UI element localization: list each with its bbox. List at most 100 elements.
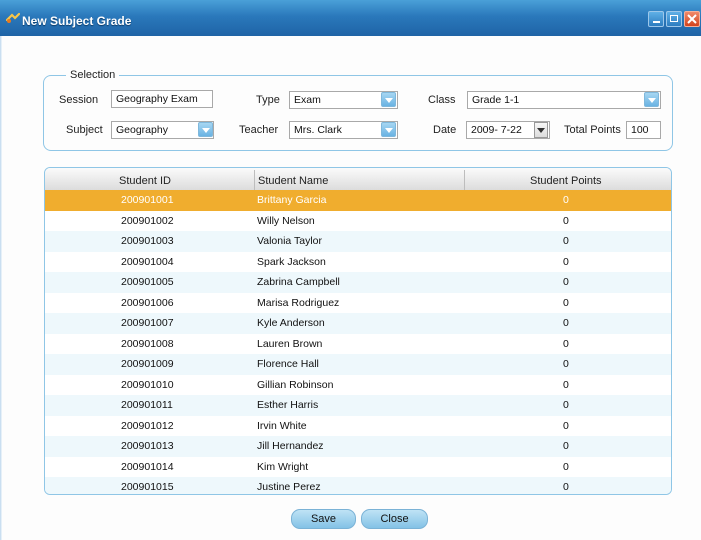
student-id-cell: 200901013 [121, 440, 174, 452]
column-header-student-id[interactable]: Student ID [119, 168, 171, 190]
type-value: Exam [294, 94, 321, 106]
student-id-cell: 200901014 [121, 460, 174, 473]
student-id-cell: 200901004 [121, 255, 174, 268]
table-row[interactable]: 200901008 Lauren Brown 0 [45, 334, 671, 355]
class-label: Class [428, 94, 456, 106]
session-label: Session [59, 94, 99, 106]
student-points-cell[interactable]: 0 [563, 375, 569, 396]
dropdown-arrow-icon[interactable] [381, 92, 396, 107]
student-name-cell: Kyle Anderson [257, 317, 325, 329]
teacher-label: Teacher [239, 124, 279, 136]
subject-value: Geography [116, 124, 168, 136]
selection-legend: Selection [66, 69, 120, 81]
student-points-cell[interactable]: 0 [563, 395, 569, 416]
subject-label: Subject [66, 124, 103, 136]
student-name-cell: Esther Harris [257, 399, 319, 411]
table-row[interactable]: 200901009 Florence Hall 0 [45, 354, 671, 375]
student-id-cell: 200901005 [121, 276, 174, 288]
table-row[interactable]: 200901010 Gillian Robinson 0 [45, 375, 671, 396]
dropdown-arrow-icon[interactable] [381, 122, 396, 137]
student-name-cell: Florence Hall [257, 358, 319, 370]
student-name-cell: Jill Hernandez [257, 440, 324, 452]
student-name-cell: Lauren Brown [257, 337, 323, 350]
student-name-cell: Willy Nelson [257, 214, 315, 227]
selection-group [43, 75, 673, 151]
student-points-cell[interactable]: 0 [563, 252, 569, 273]
app-icon [6, 12, 20, 23]
student-id-cell: 200901011 [121, 399, 173, 411]
student-points-cell[interactable]: 0 [563, 313, 569, 334]
student-id-cell: 200901010 [121, 378, 174, 391]
student-id-cell: 200901012 [121, 419, 174, 432]
new-subject-grade-window: New Subject Grade Selection Session Geog… [0, 0, 701, 540]
student-id-cell: 200901006 [121, 296, 174, 309]
column-divider[interactable] [254, 170, 255, 190]
student-id-cell: 200901008 [121, 337, 174, 350]
table-row[interactable]: 200901005 Zabrina Campbell 0 [45, 272, 671, 293]
table-row[interactable]: 200901002 Willy Nelson 0 [45, 211, 671, 232]
table-row[interactable]: 200901013 Jill Hernandez 0 [45, 436, 671, 457]
table-row[interactable]: 200901003 Valonia Taylor 0 [45, 231, 671, 252]
student-name-cell: Brittany Garcia [257, 194, 327, 206]
class-value: Grade 1-1 [472, 94, 520, 106]
student-id-cell: 200901002 [121, 214, 174, 227]
student-name-cell: Valonia Taylor [257, 235, 322, 247]
table-row[interactable]: 200901012 Irvin White 0 [45, 416, 671, 437]
maximize-icon[interactable] [666, 11, 682, 27]
student-points-cell[interactable]: 0 [563, 272, 569, 293]
student-grid: Student ID Student Name Student Points 2… [44, 167, 672, 495]
student-points-cell[interactable]: 0 [563, 211, 569, 232]
student-name-cell: Gillian Robinson [257, 378, 334, 391]
window-title: New Subject Grade [22, 14, 132, 28]
student-id-cell: 200901009 [121, 358, 174, 370]
column-header-student-points[interactable]: Student Points [530, 168, 602, 190]
student-name-cell: Marisa Rodriguez [257, 296, 340, 309]
student-points-cell[interactable]: 0 [563, 231, 569, 252]
total-points-input[interactable]: 100 [626, 121, 661, 139]
student-name-cell: Zabrina Campbell [257, 276, 340, 288]
student-name-cell: Irvin White [257, 419, 307, 432]
column-divider[interactable] [464, 170, 465, 190]
session-input[interactable]: Geography Exam [111, 90, 213, 108]
table-row[interactable]: 200901011 Esther Harris 0 [45, 395, 671, 416]
student-points-cell[interactable]: 0 [563, 477, 569, 494]
student-id-cell: 200901015 [121, 481, 174, 493]
student-points-cell[interactable]: 0 [563, 190, 569, 211]
table-row[interactable]: 200901004 Spark Jackson 0 [45, 252, 671, 273]
total-points-label: Total Points [564, 124, 621, 136]
table-row[interactable]: 200901015 Justine Perez 0 [45, 477, 671, 494]
save-button[interactable]: Save [291, 509, 356, 529]
date-label: Date [433, 124, 457, 136]
student-points-cell[interactable]: 0 [563, 416, 569, 437]
grid-rows: 200901001 Brittany Garcia 0 200901002 Wi… [45, 190, 671, 494]
dropdown-arrow-icon[interactable] [198, 122, 213, 137]
student-name-cell: Kim Wright [257, 460, 309, 473]
column-header-student-name[interactable]: Student Name [258, 168, 328, 190]
student-points-cell[interactable]: 0 [563, 354, 569, 375]
type-label: Type [256, 94, 280, 106]
class-select[interactable]: Grade 1-1 [467, 91, 661, 109]
calendar-dropdown-icon[interactable] [534, 122, 548, 138]
student-points-cell[interactable]: 0 [563, 293, 569, 314]
table-row[interactable]: 200901006 Marisa Rodriguez 0 [45, 293, 671, 314]
table-row[interactable]: 200901014 Kim Wright 0 [45, 457, 671, 478]
dropdown-arrow-icon[interactable] [644, 92, 659, 107]
date-value: 2009- 7-22 [471, 124, 522, 136]
title-bar[interactable]: New Subject Grade [0, 0, 701, 36]
close-icon[interactable] [684, 11, 700, 27]
student-id-cell: 200901007 [121, 317, 174, 329]
teacher-value: Mrs. Clark [294, 124, 342, 136]
minimize-icon[interactable] [648, 11, 664, 27]
student-id-cell: 200901001 [121, 194, 174, 206]
table-row[interactable]: 200901007 Kyle Anderson 0 [45, 313, 671, 334]
grid-header: Student ID Student Name Student Points [45, 168, 671, 191]
student-name-cell: Justine Perez [257, 481, 321, 493]
student-id-cell: 200901003 [121, 235, 174, 247]
student-points-cell[interactable]: 0 [563, 334, 569, 355]
student-name-cell: Spark Jackson [257, 255, 326, 268]
window-edge [0, 36, 2, 540]
close-button[interactable]: Close [361, 509, 428, 529]
student-points-cell[interactable]: 0 [563, 457, 569, 478]
table-row[interactable]: 200901001 Brittany Garcia 0 [45, 190, 671, 211]
student-points-cell[interactable]: 0 [563, 436, 569, 457]
